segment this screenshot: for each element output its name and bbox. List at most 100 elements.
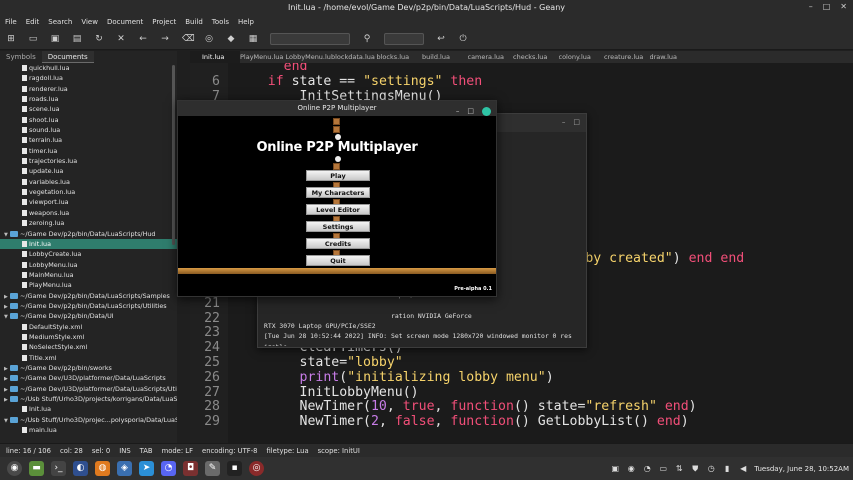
urho-icon[interactable]: ◎ (249, 461, 264, 476)
tree-file[interactable]: NoSelectStyle.xml (0, 342, 177, 352)
sidebar-scrollbar[interactable] (172, 65, 175, 245)
search-input[interactable] (270, 33, 350, 45)
menu-tools[interactable]: Tools (212, 18, 229, 26)
tree-file[interactable]: quickhull.lua (0, 63, 177, 73)
tree-file[interactable]: ragdoll.lua (0, 73, 177, 83)
lutris-icon[interactable]: ◐ (73, 461, 88, 476)
goto-icon[interactable]: ↩ (436, 34, 446, 44)
menu-file[interactable]: File (5, 18, 17, 26)
menu-search[interactable]: Search (48, 18, 72, 26)
tree-file[interactable]: Init.lua (0, 238, 177, 250)
discord-icon[interactable]: ◔ (161, 461, 176, 476)
tree-file[interactable]: trajectories.lua (0, 156, 177, 166)
find-icon[interactable]: ⚲ (362, 34, 372, 44)
tab-playmenu-lua[interactable]: PlayMenu.lua (240, 51, 286, 63)
menu-document[interactable]: Document (107, 18, 143, 26)
tab-draw-lua[interactable]: draw.lua (650, 51, 696, 63)
firefox-icon[interactable]: ◍ (95, 461, 110, 476)
game-app-icon[interactable]: ▪ (227, 461, 242, 476)
tree-folder[interactable]: ▼ ~/Game Dev/p2p/bin/Data/UI (0, 311, 177, 321)
tree-file[interactable]: scene.lua (0, 104, 177, 114)
game-window[interactable]: Online P2P Multiplayer – □ Online P2P Mu… (177, 100, 497, 297)
menu-edit[interactable]: Edit (26, 18, 40, 26)
close-file-icon[interactable]: ✕ (116, 34, 126, 44)
tab-init-lua[interactable]: Init.lua (190, 51, 240, 63)
tree-file[interactable]: sound.lua (0, 125, 177, 135)
tree-folder[interactable]: ▶ ~/Game Dev/p2p/bin/Data/LuaScripts/Util… (0, 301, 177, 311)
tree-file[interactable]: main.lua (0, 425, 177, 435)
tab-build-lua[interactable]: build.lua (422, 51, 468, 63)
shield-icon[interactable]: ⛊ (690, 464, 700, 474)
tree-folder[interactable]: ▶ ~/Game Dev/U3D/platformer/Data/LuaScrip… (0, 384, 177, 394)
tree-folder[interactable]: ▶ ~/Game Dev/p2p/bin/sworks (0, 363, 177, 373)
new-file-icon[interactable]: ⊞ (6, 34, 16, 44)
close-icon[interactable]: ✕ (840, 2, 847, 11)
game-close-icon[interactable] (482, 107, 491, 116)
tree-file[interactable]: Init.lua (0, 404, 177, 414)
battery-icon[interactable]: ▮ (722, 464, 732, 474)
steam-icon[interactable]: ◈ (117, 461, 132, 476)
bitwarden-icon[interactable]: ◘ (183, 461, 198, 476)
terminal-icon[interactable]: ›_ (51, 461, 66, 476)
quit-button[interactable]: Quit (306, 255, 370, 266)
tree-folder[interactable]: ▼ ~/Usb Stuff/Urho3D/projec...polysporia/… (0, 415, 177, 425)
tree-folder[interactable]: ▶ ~/Game Dev/U3D/platformer/Data/LuaScrip… (0, 373, 177, 383)
play-button[interactable]: Play (306, 170, 370, 181)
menu-build[interactable]: Build (185, 18, 203, 26)
terminal-maximize-icon[interactable]: □ (573, 118, 580, 126)
revert-icon[interactable]: ↻ (94, 34, 104, 44)
tree-file[interactable]: update.lua (0, 166, 177, 176)
tree-folder[interactable]: ▶ ~/Game Dev/p2p/bin/Data/LuaScripts/Samp… (0, 291, 177, 301)
game-canvas[interactable]: Online P2P Multiplayer Play My Character… (178, 116, 496, 296)
tab-blockdata-lua[interactable]: blockdata.lua (331, 51, 377, 63)
credits-button[interactable]: Credits (306, 238, 370, 249)
tab-blocks-lua[interactable]: blocks.lua (377, 51, 423, 63)
tab-checks-lua[interactable]: checks.lua (513, 51, 559, 63)
tab-creature-lua[interactable]: creature.lua (604, 51, 650, 63)
chat-icon[interactable]: ▣ (610, 464, 620, 474)
tree-folder[interactable]: ▼ ~/Game Dev/p2p/bin/Data/LuaScripts/Hud (0, 229, 177, 239)
level-editor-button[interactable]: Level Editor (306, 204, 370, 215)
tree-folder[interactable]: ▶ ~/Usb Stuff/Urho3D/projects/korrigans/D… (0, 394, 177, 404)
clock[interactable]: Tuesday, June 28, 10:52AM (754, 465, 849, 473)
tree-file[interactable]: roads.lua (0, 94, 177, 104)
tree-file[interactable]: terrain.lua (0, 135, 177, 145)
maximize-icon[interactable]: □ (823, 2, 831, 11)
tree-file[interactable]: DefaultStyle.xml (0, 322, 177, 332)
tab-documents[interactable]: Documents (41, 51, 94, 63)
tree-file[interactable]: variables.lua (0, 177, 177, 187)
forward-icon[interactable]: → (160, 34, 170, 44)
goto-line-input[interactable] (384, 33, 424, 45)
compile-icon[interactable]: ⌫ (182, 34, 195, 44)
my-characters-button[interactable]: My Characters (306, 187, 370, 198)
steam-tray-icon[interactable]: ◉ (626, 464, 636, 474)
start-menu-icon[interactable]: ◉ (7, 461, 22, 476)
tree-file[interactable]: renderer.lua (0, 84, 177, 94)
back-icon[interactable]: ← (138, 34, 148, 44)
tab-symbols[interactable]: Symbols (0, 51, 42, 63)
geany-icon[interactable]: ✎ (205, 461, 220, 476)
color-chooser-icon[interactable]: ▦ (248, 34, 258, 44)
tree-file[interactable]: vegetation.lua (0, 187, 177, 197)
terminal-minimize-icon[interactable]: – (562, 118, 566, 126)
tree-file[interactable]: shoot.lua (0, 115, 177, 125)
tree-file[interactable]: Title.xml (0, 353, 177, 363)
tree-file[interactable]: MainMenu.lua (0, 270, 177, 280)
menu-help[interactable]: Help (238, 18, 254, 26)
tree-file[interactable]: LobbyCreate.lua (0, 249, 177, 259)
tab-lobbymenu-lua[interactable]: LobbyMenu.lua (286, 51, 332, 63)
open-file-icon[interactable]: ▭ (28, 34, 38, 44)
network-icon[interactable]: ⇅ (674, 464, 684, 474)
tree-file[interactable]: MediumStyle.xml (0, 332, 177, 342)
menu-project[interactable]: Project (152, 18, 176, 26)
tab-colony-lua[interactable]: colony.lua (559, 51, 605, 63)
settings-button[interactable]: Settings (306, 221, 370, 232)
display-icon[interactable]: ▭ (658, 464, 668, 474)
volume-icon[interactable]: ◀ (738, 464, 748, 474)
run-icon[interactable]: ◆ (226, 34, 236, 44)
notifications-icon[interactable]: ◷ (706, 464, 716, 474)
build-icon[interactable]: ◎ (204, 34, 214, 44)
tree-file[interactable]: timer.lua (0, 146, 177, 156)
telegram-icon[interactable]: ➤ (139, 461, 154, 476)
file-manager-icon[interactable]: ▬ (29, 461, 44, 476)
